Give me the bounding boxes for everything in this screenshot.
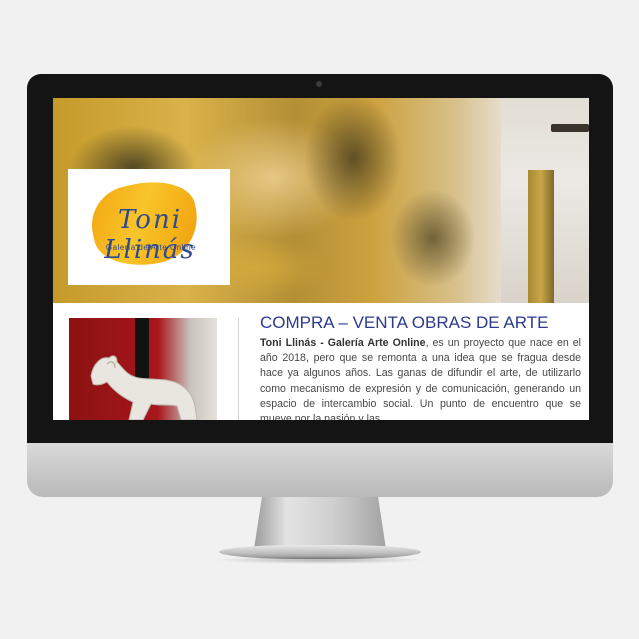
website-screen: Toni Llinás Galería de Arte Online COMPR… — [53, 98, 589, 420]
hero-ceiling-light — [551, 124, 589, 132]
intro-text: , es un proyecto que nace en el año 2018… — [260, 337, 581, 420]
imac-mockup: Toni Llinás Galería de Arte Online COMPR… — [0, 0, 639, 639]
intro-bold-text: Toni Llinás - Galería Arte Online — [260, 337, 426, 349]
horse-sculpture-icon — [90, 355, 198, 420]
camera-icon — [316, 81, 322, 87]
monitor-stand — [254, 497, 386, 549]
artwork-image[interactable] — [69, 318, 217, 420]
intro-paragraph: Toni Llinás - Galería Arte Online, es un… — [260, 336, 581, 420]
content-divider — [238, 318, 239, 420]
site-logo[interactable]: Toni Llinás Galería de Arte Online — [68, 169, 230, 285]
page-title: COMPRA – VENTA OBRAS DE ARTE — [260, 313, 549, 332]
stand-shadow — [214, 556, 426, 564]
logo-title: Toni Llinás — [104, 205, 196, 265]
logo-subtitle: Galería de Arte Online — [105, 243, 197, 252]
monitor-chin — [27, 443, 613, 497]
hero-side-painting — [528, 170, 554, 303]
